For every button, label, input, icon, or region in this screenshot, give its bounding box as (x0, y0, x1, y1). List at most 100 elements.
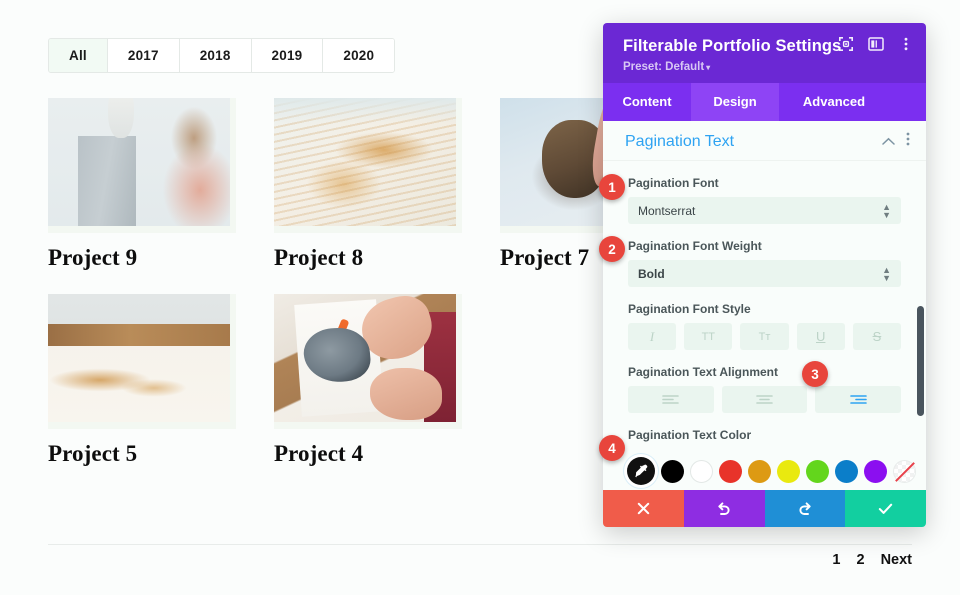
tab-advanced[interactable]: Advanced (779, 83, 889, 121)
pagination-page-1[interactable]: 1 (832, 552, 840, 568)
section-controls (882, 132, 910, 151)
swatch-black[interactable] (661, 459, 684, 483)
checkmark-icon (878, 503, 893, 514)
portfolio-filter-bar: All 2017 2018 2019 2020 (48, 38, 396, 73)
align-left-button[interactable] (628, 386, 714, 413)
field-label: Pagination Font Style (628, 302, 751, 316)
kebab-menu-icon[interactable] (898, 36, 914, 52)
portfolio-title[interactable]: Project 5 (48, 441, 236, 467)
stepper-arrows-icon: ▲ ▼ (882, 201, 891, 220)
portfolio-title[interactable]: Project 9 (48, 245, 236, 271)
swatch-red[interactable] (719, 459, 742, 483)
swatch-orange[interactable] (748, 459, 771, 483)
panel-header-icons (838, 36, 914, 52)
uppercase-button[interactable]: TT (684, 323, 733, 350)
fullscreen-icon[interactable] (838, 36, 854, 52)
strikethrough-button[interactable]: S (852, 323, 902, 350)
portfolio-image-project-8[interactable] (274, 98, 456, 226)
undo-button[interactable] (683, 490, 765, 527)
panel-footer (603, 490, 926, 527)
redo-icon (799, 501, 811, 515)
panel-title: Filterable Portfolio Settings (623, 37, 842, 55)
color-swatch-row (603, 449, 926, 485)
pagination-font-weight-select[interactable]: Bold ▲ ▼ (628, 260, 901, 287)
content-divider (48, 544, 912, 545)
annotation-badge-3: 3 (802, 361, 828, 387)
swatch-transparent[interactable] (893, 459, 916, 483)
tab-design[interactable]: Design (691, 83, 779, 121)
align-right-icon (849, 395, 867, 404)
field-label: Pagination Text Color (628, 428, 752, 442)
italic-button[interactable]: I (628, 323, 677, 350)
preset-label: Preset: Default (623, 61, 705, 73)
portfolio-title[interactable]: Project 4 (274, 441, 462, 467)
pagination-nav: 1 2 Next (832, 552, 912, 568)
swatch-purple[interactable] (864, 459, 887, 483)
field-label: Pagination Font Weight (628, 239, 762, 253)
portfolio-grid: Project 9 Project 8 Project 7 Project 5 (48, 98, 688, 467)
kebab-menu-icon[interactable] (906, 132, 910, 151)
close-icon (637, 502, 650, 515)
swatch-yellow[interactable] (777, 459, 800, 483)
section-title: Pagination Text (625, 132, 735, 150)
decor-shape (370, 368, 442, 420)
portfolio-card[interactable]: Project 5 (48, 294, 236, 467)
portfolio-card[interactable]: Project 9 (48, 98, 236, 271)
portfolio-image-project-5[interactable] (48, 294, 230, 422)
panel-header: Filterable Portfolio Settings Preset: De… (603, 23, 926, 83)
color-picker-button[interactable] (627, 457, 655, 485)
chevron-up-icon[interactable] (882, 133, 895, 151)
filter-2017[interactable]: 2017 (107, 39, 180, 72)
preset-selector[interactable]: Preset: Default ▾ (623, 61, 908, 73)
panel-body: Pagination Text Pagination Font Montserr… (603, 121, 926, 490)
tab-content[interactable]: Content (603, 83, 691, 121)
annotation-badge-1: 1 (599, 174, 625, 200)
annotation-badge-2: 2 (599, 236, 625, 262)
pagination-next[interactable]: Next (881, 552, 912, 568)
portfolio-card[interactable]: Project 8 (274, 98, 462, 271)
portfolio-image-project-9[interactable] (48, 98, 230, 226)
field-pagination-font: Pagination Font Montserrat ▲ ▼ (603, 176, 926, 224)
swatch-blue[interactable] (835, 459, 858, 483)
panel-tabs: Content Design Advanced (603, 83, 926, 121)
swatch-green[interactable] (806, 459, 829, 483)
portfolio-image-project-4[interactable] (274, 294, 456, 422)
portfolio-title[interactable]: Project 8 (274, 245, 462, 271)
filter-all[interactable]: All (49, 39, 108, 72)
filter-2019[interactable]: 2019 (251, 39, 324, 72)
align-center-button[interactable] (721, 386, 808, 413)
portfolio-thumbnail-frame (48, 294, 236, 429)
color-swatch-meta-row: ••• Saved Global Recent (603, 485, 926, 490)
portfolio-thumbnail-frame (48, 98, 236, 233)
portfolio-thumbnail-frame (274, 294, 462, 429)
annotation-badge-4: 4 (599, 435, 625, 461)
portfolio-card[interactable]: Project 4 (274, 294, 462, 467)
align-right-button[interactable] (815, 386, 902, 413)
pagination-page-2[interactable]: 2 (856, 552, 864, 568)
layout-columns-icon[interactable] (868, 36, 884, 52)
align-left-icon (662, 395, 680, 404)
pagination-font-select[interactable]: Montserrat ▲ ▼ (628, 197, 901, 224)
small-caps-button[interactable]: Tᴛ (740, 323, 789, 350)
redo-button[interactable] (764, 490, 846, 527)
chevron-down-icon: ▾ (706, 63, 711, 72)
undo-icon (718, 501, 730, 515)
portfolio-thumbnail-frame (274, 98, 462, 233)
field-pagination-font-weight: Pagination Font Weight Bold ▲ ▼ (603, 239, 926, 287)
pagination-font-value: Montserrat (638, 203, 696, 218)
page-root: All 2017 2018 2019 2020 Project 9 Projec… (0, 0, 960, 595)
field-label: Pagination Font (628, 176, 719, 190)
text-alignment-button-group (628, 386, 902, 413)
decor-shape (322, 318, 350, 370)
save-button[interactable] (845, 490, 926, 527)
field-label: Pagination Text Alignment (628, 365, 779, 379)
field-pagination-text-alignment: Pagination Text Alignment (603, 365, 926, 413)
filter-2020[interactable]: 2020 (323, 39, 395, 72)
swatch-white[interactable] (690, 459, 713, 483)
filter-2018[interactable]: 2018 (179, 39, 252, 72)
underline-button[interactable]: U (796, 323, 845, 350)
section-pagination-text[interactable]: Pagination Text (603, 121, 926, 161)
stepper-arrows-icon: ▲ ▼ (882, 264, 891, 283)
cancel-button[interactable] (603, 490, 684, 527)
panel-scrollbar[interactable] (917, 306, 924, 416)
